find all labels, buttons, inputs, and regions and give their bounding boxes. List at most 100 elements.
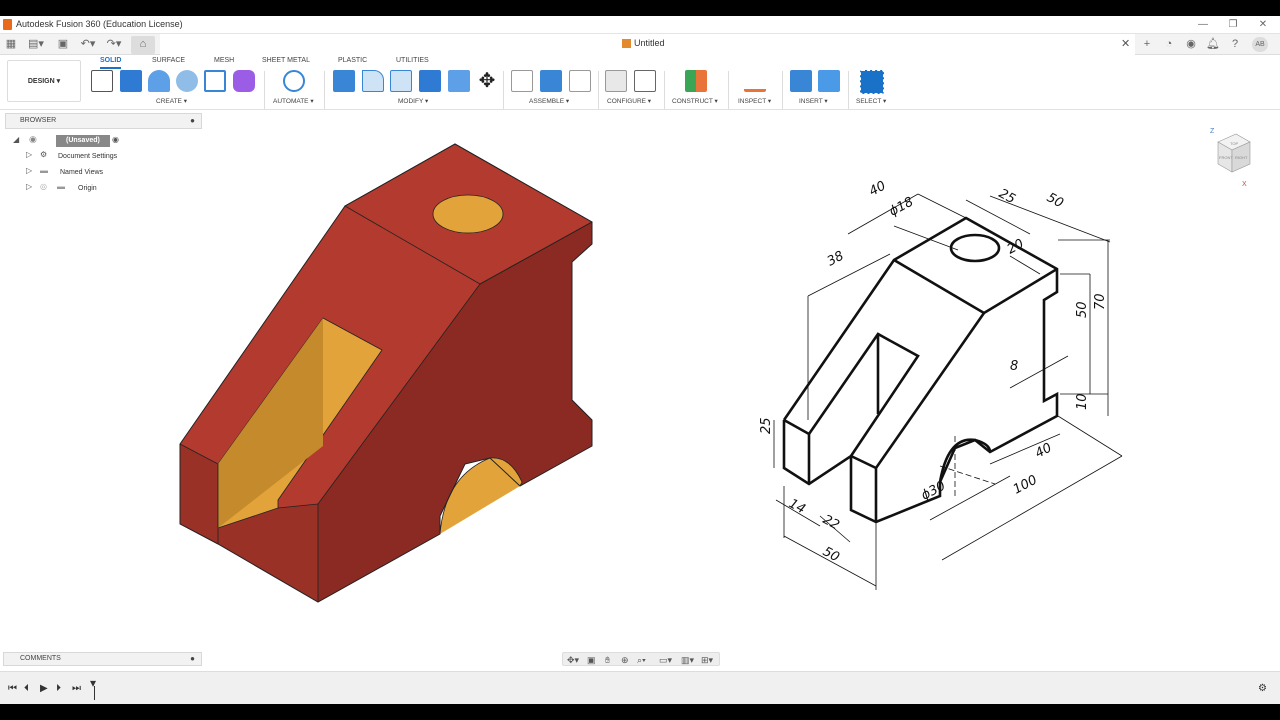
measure-icon[interactable]	[744, 70, 766, 92]
automate-menu[interactable]: AUTOMATE ▾	[273, 97, 314, 105]
table-icon[interactable]	[634, 70, 656, 92]
create-menu[interactable]: CREATE ▾	[156, 97, 187, 105]
new-component-icon[interactable]	[540, 70, 562, 92]
shell-icon[interactable]	[390, 70, 412, 92]
go-to-end-icon[interactable]: ⏭	[72, 683, 81, 694]
browser-root-item[interactable]: (Unsaved)	[56, 135, 110, 147]
comments-panel-header[interactable]: COMMENTS ●	[3, 652, 202, 666]
pattern-icon[interactable]	[204, 70, 226, 92]
browser-panel-header[interactable]: BROWSER ●	[5, 113, 202, 129]
step-back-icon[interactable]: ⏴	[24, 683, 29, 694]
configure-menu[interactable]: CONFIGURE ▾	[607, 97, 651, 105]
insert-menu[interactable]: INSERT ▾	[799, 97, 828, 105]
extrude-icon[interactable]	[120, 70, 142, 92]
activate-radio-icon[interactable]: ◉	[112, 135, 119, 144]
offset-face-icon[interactable]	[448, 70, 470, 92]
play-icon[interactable]: ▶	[40, 683, 48, 694]
visibility-eye-icon[interactable]: ◉	[29, 134, 37, 145]
expand-icon[interactable]: ▷	[26, 182, 32, 191]
part-through-hole	[432, 194, 504, 234]
home-tab[interactable]: ⌂	[131, 36, 155, 54]
redo-icon[interactable]: ↷▾	[104, 37, 124, 52]
tab-surface[interactable]: SURFACE	[152, 57, 185, 69]
drawing-outline	[782, 216, 1059, 524]
dimension-label: 20	[1005, 237, 1027, 258]
pan-icon[interactable]: ✋︎	[605, 653, 610, 667]
browser-item-origin[interactable]: Origin	[78, 183, 97, 195]
eye-hidden-icon[interactable]: ◎	[40, 182, 47, 191]
file-menu-icon[interactable]: ▤▾	[26, 37, 46, 52]
insert-image-icon[interactable]	[818, 70, 840, 92]
viewcube[interactable]: TOP FRONT RIGHT Z X	[1208, 124, 1258, 194]
press-pull-icon[interactable]	[333, 70, 355, 92]
expand-icon[interactable]: ▷	[26, 166, 32, 175]
restore-icon[interactable]: ❐	[1226, 18, 1240, 32]
fusion-logo-icon	[3, 19, 12, 30]
extensions-icon[interactable]: ◔	[1162, 37, 1176, 52]
part-slot-inner-face	[218, 318, 323, 528]
save-icon[interactable]: ▣	[56, 37, 70, 52]
tab-solid[interactable]: SOLID	[100, 57, 122, 69]
tab-mesh[interactable]: MESH	[214, 57, 234, 69]
fusion-app: Autodesk Fusion 360 (Education License) …	[0, 16, 1280, 704]
browser-item-named-views[interactable]: Named Views	[60, 167, 103, 179]
display-settings-icon[interactable]: ▭▾	[659, 653, 672, 667]
document-icon	[622, 39, 631, 48]
combine-icon[interactable]	[419, 70, 441, 92]
close-icon[interactable]: ✕	[1256, 18, 1270, 32]
go-to-start-icon[interactable]: ⏮	[8, 683, 17, 694]
timeline-settings-gear-icon[interactable]: ⚙	[1258, 683, 1267, 694]
user-avatar[interactable]: AB	[1252, 37, 1268, 52]
orbit-icon[interactable]: ✥▾	[567, 653, 579, 667]
axis-x-label: X	[1242, 181, 1247, 188]
select-menu[interactable]: SELECT ▾	[856, 97, 886, 105]
panel-pin-icon[interactable]: ●	[190, 114, 195, 128]
title-bar: Autodesk Fusion 360 (Education License) …	[0, 16, 1280, 34]
help-icon[interactable]: ?	[1228, 37, 1242, 52]
workspace-switcher[interactable]: DESIGN ▾	[7, 60, 81, 102]
home-icon: ⌂	[139, 38, 147, 50]
zoom-icon[interactable]: ⊕	[621, 653, 629, 667]
tab-sheet-metal[interactable]: SHEET METAL	[262, 57, 310, 69]
move-icon[interactable]: ✥	[476, 70, 498, 92]
ribbon-toolbar: DESIGN ▾ SOLID SURFACE MESH SHEET METAL …	[0, 55, 1280, 110]
inspect-menu[interactable]: INSPECT ▾	[738, 97, 771, 105]
modify-menu[interactable]: MODIFY ▾	[398, 97, 428, 105]
construct-menu[interactable]: CONSTRUCT ▾	[672, 97, 718, 105]
dimension-label: 50	[1075, 301, 1090, 318]
create-sketch-icon[interactable]	[91, 70, 113, 92]
step-forward-icon[interactable]: ⏵	[56, 683, 61, 694]
as-built-joint-icon[interactable]	[569, 70, 591, 92]
revolve-icon[interactable]	[148, 70, 170, 92]
hole-icon[interactable]	[176, 70, 198, 92]
grid-settings-icon[interactable]: ▥▾	[681, 653, 694, 667]
part-top-face	[344, 143, 593, 285]
configure-icon[interactable]	[605, 70, 627, 92]
browser-item-document-settings[interactable]: Document Settings	[58, 151, 117, 163]
job-status-icon[interactable]: ◉	[1184, 37, 1198, 52]
tab-plastic[interactable]: PLASTIC	[338, 57, 367, 69]
tab-close-icon[interactable]: ✕	[1121, 37, 1130, 50]
minimize-icon[interactable]: —	[1196, 18, 1210, 32]
panel-add-icon[interactable]: ●	[190, 653, 195, 665]
form-icon[interactable]	[233, 70, 255, 92]
expand-icon[interactable]: ▷	[26, 150, 32, 159]
viewports-icon[interactable]: ⊞▾	[701, 653, 713, 667]
notifications-icon[interactable]: 🔔︎	[1206, 37, 1220, 52]
zoom-window-icon[interactable]: ⌕▾	[637, 653, 646, 667]
grid-menu-icon[interactable]: ▦	[4, 37, 18, 52]
gear-icon: ⚙	[40, 150, 48, 159]
dimension-label: 50	[820, 544, 842, 565]
construct-plane-icon[interactable]	[685, 70, 707, 92]
collapse-icon[interactable]: ◢	[13, 135, 19, 144]
select-icon[interactable]	[860, 70, 884, 94]
insert-derive-icon[interactable]	[790, 70, 812, 92]
look-at-icon[interactable]: ▣	[587, 653, 596, 667]
new-tab-icon[interactable]: +	[1140, 37, 1154, 52]
tab-utilities[interactable]: UTILITIES	[396, 57, 429, 69]
assemble-menu[interactable]: ASSEMBLE ▾	[529, 97, 569, 105]
fillet-icon[interactable]	[362, 70, 384, 92]
undo-icon[interactable]: ↶▾	[78, 37, 98, 52]
joint-icon[interactable]	[511, 70, 533, 92]
automate-icon[interactable]	[283, 70, 305, 92]
